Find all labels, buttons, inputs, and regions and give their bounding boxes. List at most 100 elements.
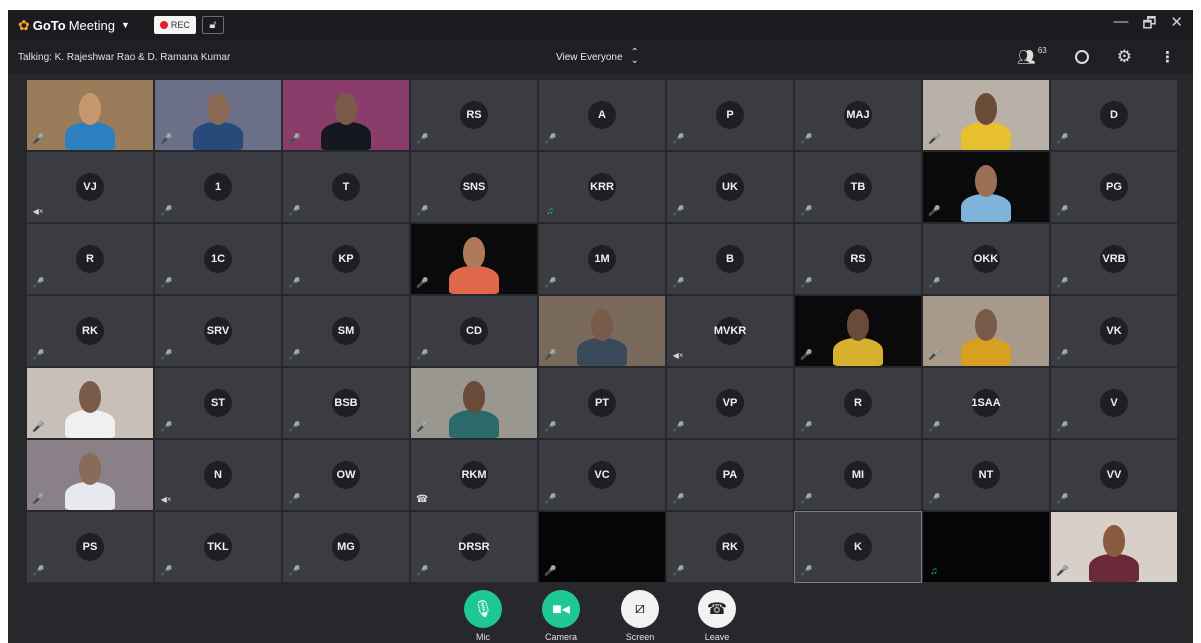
participant-tile[interactable]: N [155, 440, 281, 510]
gotomeeting-window: ✿ GoTo Meeting ▼ REC 🔓︎ — 🗗 ✕ Talking: K.… [8, 10, 1193, 643]
participant-initials: CD [460, 317, 488, 345]
participant-tile[interactable]: VK [1051, 296, 1177, 366]
participant-tile[interactable]: KRR [539, 152, 665, 222]
participant-tile[interactable]: KP [283, 224, 409, 294]
participant-tile[interactable]: RK [27, 296, 153, 366]
lock-meeting-button[interactable]: 🔓︎ [201, 16, 224, 34]
participant-tile[interactable]: A [539, 80, 665, 150]
mic-button[interactable]: 🎙︎ Mic [461, 590, 505, 642]
participant-initials: KRR [588, 173, 616, 201]
participant-tile[interactable]: RS [795, 224, 921, 294]
participant-tile[interactable] [923, 80, 1049, 150]
participant-tile[interactable] [1051, 512, 1177, 582]
participant-tile[interactable]: MVKR [667, 296, 793, 366]
participant-tile[interactable]: MG [283, 512, 409, 582]
participant-tile[interactable]: VRB [1051, 224, 1177, 294]
participant-tile[interactable]: BSB [283, 368, 409, 438]
gear-icon[interactable]: ⚙ [1117, 47, 1132, 67]
video-feed [411, 224, 537, 294]
participant-tile[interactable]: ST [155, 368, 281, 438]
participant-tile[interactable]: MI [795, 440, 921, 510]
mic-muted-icon [32, 494, 44, 506]
participant-tile[interactable]: PS [27, 512, 153, 582]
participant-tile[interactable] [27, 80, 153, 150]
participant-initials: D [1100, 101, 1128, 129]
participant-tile[interactable]: VV [1051, 440, 1177, 510]
participant-tile[interactable] [411, 368, 537, 438]
close-button[interactable]: ✕ [1170, 13, 1183, 38]
leave-button[interactable]: ☎ Leave [695, 590, 739, 642]
participant-tile[interactable]: 1M [539, 224, 665, 294]
video-feed [1051, 512, 1177, 582]
participant-tile[interactable] [923, 152, 1049, 222]
participant-tile[interactable]: CD [411, 296, 537, 366]
participant-tile[interactable]: RK [667, 512, 793, 582]
participant-tile[interactable] [283, 80, 409, 150]
participant-tile[interactable]: D [1051, 80, 1177, 150]
mic-muted-icon [544, 350, 556, 362]
participant-tile[interactable]: 1C [155, 224, 281, 294]
participant-tile[interactable]: K [794, 511, 922, 583]
video-feed [923, 152, 1049, 222]
participant-tile[interactable]: 1SAA [923, 368, 1049, 438]
screen-button[interactable]: ⧄ Screen [618, 590, 662, 642]
participant-tile[interactable] [923, 296, 1049, 366]
view-selector-label: View Everyone [556, 51, 623, 63]
participant-tile[interactable] [923, 512, 1049, 582]
participant-tile[interactable] [411, 224, 537, 294]
participant-tile[interactable]: NT [923, 440, 1049, 510]
participant-tile[interactable]: SM [283, 296, 409, 366]
participant-tile[interactable]: R [795, 368, 921, 438]
participant-tile[interactable]: VC [539, 440, 665, 510]
chat-icon[interactable] [1074, 50, 1089, 64]
participant-tile[interactable]: SRV [155, 296, 281, 366]
participant-tile[interactable]: OW [283, 440, 409, 510]
participant-initials: MAJ [844, 101, 872, 129]
participant-tile[interactable]: 1 [155, 152, 281, 222]
participants-button[interactable]: 👥︎ 63 [1017, 46, 1047, 66]
participant-tile[interactable]: PA [667, 440, 793, 510]
mic-muted-icon [800, 494, 812, 506]
minimize-button[interactable]: — [1113, 13, 1128, 38]
view-selector[interactable]: View Everyone ⌃ ⌄ [556, 48, 639, 66]
participant-tile[interactable]: VJ [27, 152, 153, 222]
camera-button[interactable]: ■◂ Camera [539, 590, 583, 642]
app-menu[interactable]: ✿ GoTo Meeting ▼ [18, 17, 130, 34]
participant-tile[interactable]: B [667, 224, 793, 294]
participant-tile[interactable]: DRSR [411, 512, 537, 582]
participant-tile[interactable]: VP [667, 368, 793, 438]
rec-button[interactable]: REC [153, 16, 196, 34]
participant-tile[interactable] [155, 80, 281, 150]
participant-initials: MG [332, 533, 360, 561]
mic-on-icon [160, 134, 172, 146]
participant-tile[interactable]: PG [1051, 152, 1177, 222]
participant-tile[interactable]: P [667, 80, 793, 150]
video-person-head [590, 308, 614, 341]
participant-tile[interactable]: OKK [923, 224, 1049, 294]
restore-button[interactable]: 🗗 [1142, 13, 1156, 38]
participant-tile[interactable]: TB [795, 152, 921, 222]
participant-tile[interactable]: V [1051, 368, 1177, 438]
mic-muted-icon [928, 206, 940, 218]
video-feed [923, 296, 1049, 366]
participant-tile[interactable] [27, 368, 153, 438]
participant-tile[interactable]: R [27, 224, 153, 294]
participant-initials: RK [716, 533, 744, 561]
mic-on-icon [160, 422, 172, 434]
participant-tile[interactable] [27, 440, 153, 510]
participant-tile[interactable]: MAJ [795, 80, 921, 150]
participant-tile[interactable]: RKM [411, 440, 537, 510]
participant-tile[interactable]: RS [411, 80, 537, 150]
speaker-icon [544, 206, 556, 218]
participant-tile[interactable]: T [283, 152, 409, 222]
participant-initials: UK [716, 173, 744, 201]
participant-tile[interactable]: PT [539, 368, 665, 438]
participant-tile[interactable]: SNS [411, 152, 537, 222]
participant-tile[interactable]: UK [667, 152, 793, 222]
participant-tile[interactable] [795, 296, 921, 366]
participant-tile[interactable] [539, 512, 665, 582]
participant-tile[interactable] [539, 296, 665, 366]
mic-muted-icon [288, 134, 300, 146]
more-options-icon[interactable]: ⋮ [1160, 48, 1175, 66]
participant-tile[interactable]: TKL [155, 512, 281, 582]
